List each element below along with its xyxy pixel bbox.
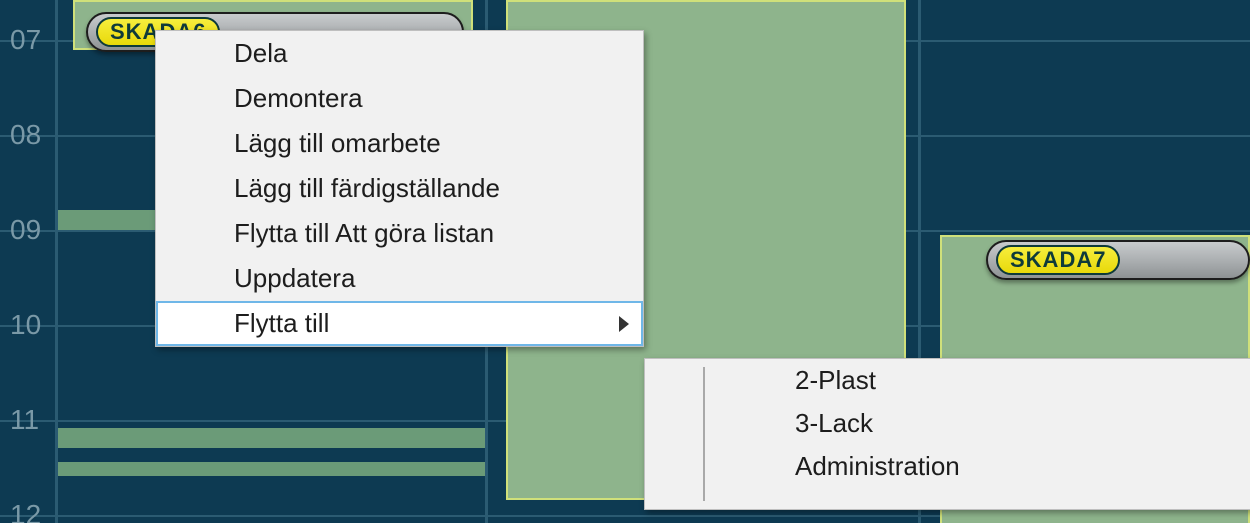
menu-item-lagg-till-fardigstallande[interactable]: Lägg till färdigställande [156, 166, 643, 211]
menu-item-uppdatera[interactable]: Uppdatera [156, 256, 643, 301]
submenu-item-label: Administration [795, 451, 960, 481]
submenu-caret-icon [619, 316, 629, 332]
menu-item-label: Demontera [234, 83, 363, 113]
hour-label-08: 08 [10, 121, 50, 149]
menu-item-label: Lägg till färdigställande [234, 173, 500, 203]
submenu-item-plast[interactable]: 2-Plast [645, 359, 1250, 402]
schedule-slot [58, 428, 485, 448]
menu-item-label: Flytta till Att göra listan [234, 218, 494, 248]
menu-item-flytta-att-gora[interactable]: Flytta till Att göra listan [156, 211, 643, 256]
menu-item-demontera[interactable]: Demontera [156, 76, 643, 121]
submenu-item-label: 3-Lack [795, 408, 873, 438]
submenu-icon-divider [703, 367, 705, 501]
hour-label-09: 09 [10, 216, 50, 244]
context-submenu: 2-Plast 3-Lack Administration [644, 358, 1250, 510]
task-tag: SKADA7 [996, 245, 1120, 275]
submenu-item-admin[interactable]: Administration [645, 445, 1250, 488]
menu-item-lagg-till-omarbete[interactable]: Lägg till omarbete [156, 121, 643, 166]
menu-item-label: Dela [234, 38, 287, 68]
menu-item-dela[interactable]: Dela [156, 31, 643, 76]
submenu-item-lack[interactable]: 3-Lack [645, 402, 1250, 445]
hour-label-11: 11 [10, 406, 50, 434]
schedule-canvas: 07 08 09 10 11 12 SKADA6 SKADA7 Dela Dem… [0, 0, 1250, 523]
submenu-item-label: 2-Plast [795, 365, 876, 395]
hour-label-12: 12 [10, 501, 50, 523]
menu-item-label: Uppdatera [234, 263, 355, 293]
hour-label-07: 07 [10, 26, 50, 54]
context-menu: Dela Demontera Lägg till omarbete Lägg t… [155, 30, 644, 347]
task-chip-skada-right[interactable]: SKADA7 [986, 240, 1250, 280]
menu-item-label: Lägg till omarbete [234, 128, 441, 158]
menu-item-flytta-till[interactable]: Flytta till [156, 301, 643, 346]
schedule-slot [58, 462, 485, 476]
menu-item-label: Flytta till [234, 308, 329, 338]
hour-label-10: 10 [10, 311, 50, 339]
